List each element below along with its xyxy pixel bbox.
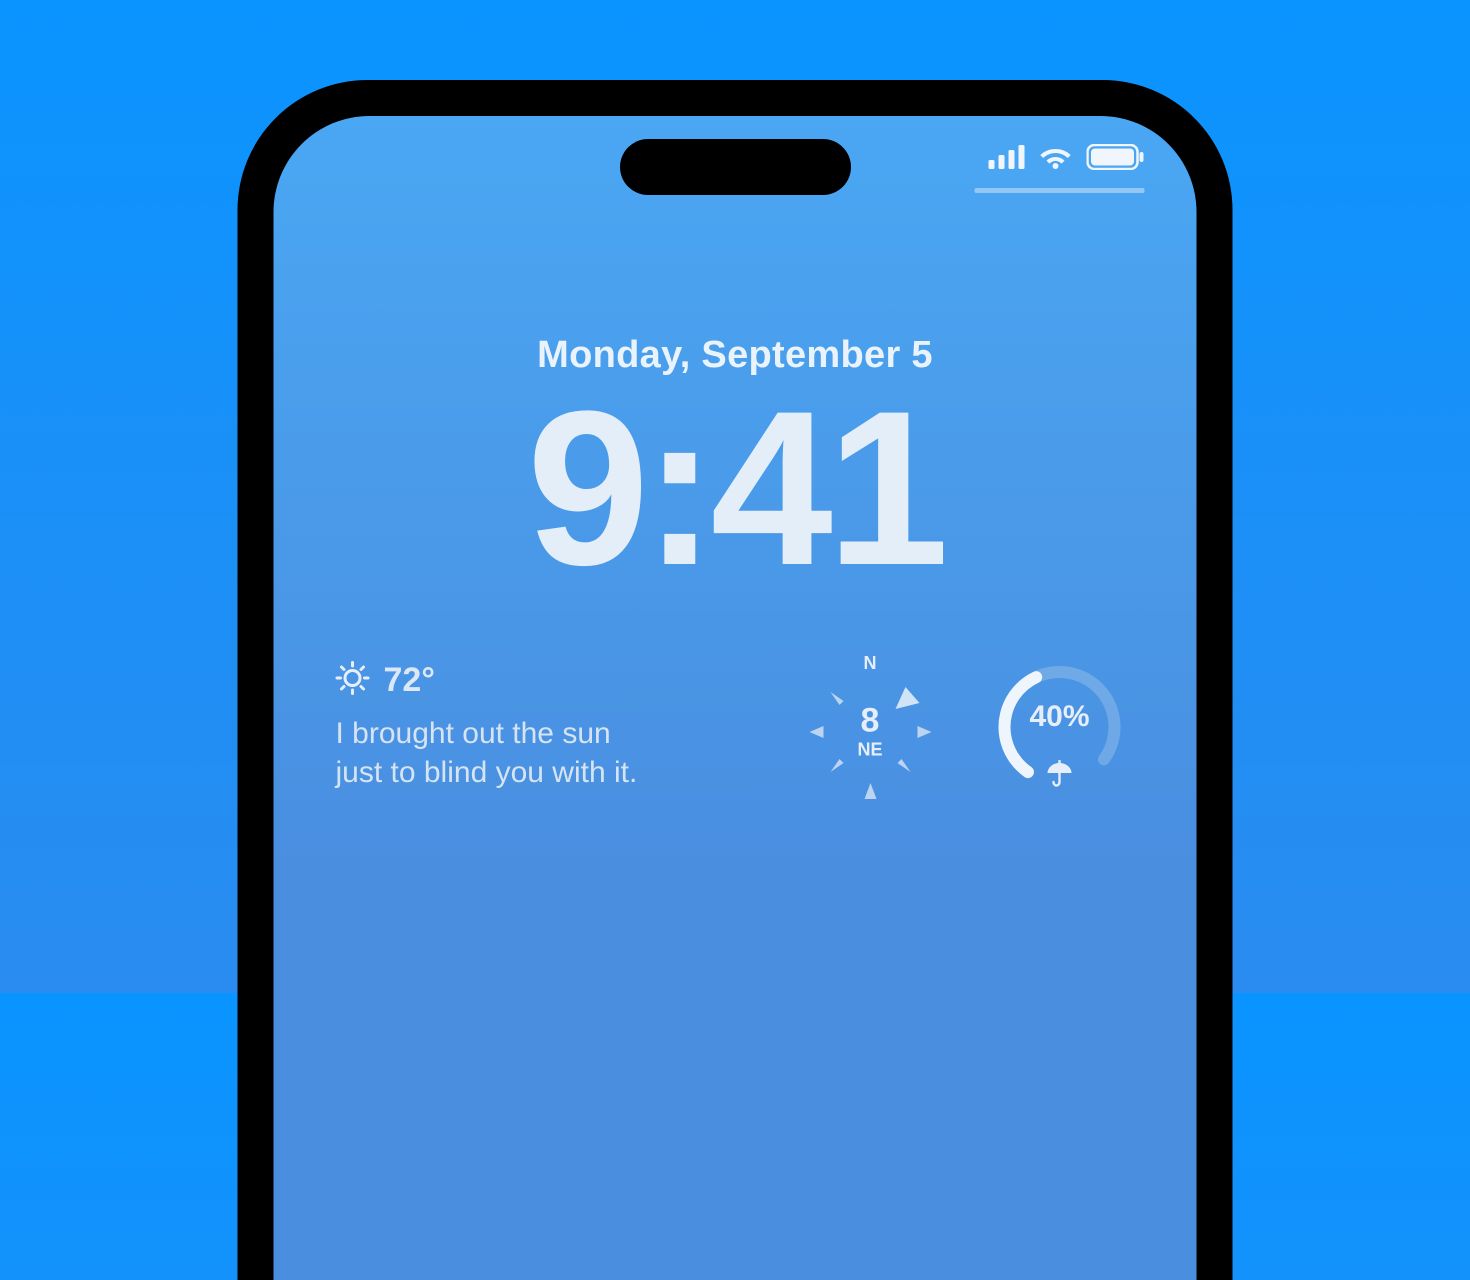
sun-icon xyxy=(336,661,370,700)
weather-caption-line2: just to blind you with it. xyxy=(336,753,756,792)
lock-screen[interactable]: Monday, September 5 9:41 xyxy=(274,116,1197,1280)
cellular-signal-icon xyxy=(989,145,1025,169)
wifi-icon xyxy=(1039,145,1073,169)
status-tray xyxy=(989,144,1145,170)
weather-caption-line1: I brought out the sun xyxy=(336,714,756,753)
weather-temperature: 72° xyxy=(384,661,435,700)
precipitation-percent: 40% xyxy=(1029,700,1089,734)
compass-reading: 8 NE xyxy=(857,704,882,761)
weather-widget[interactable]: 72° I brought out the sun just to blind … xyxy=(336,661,756,792)
compass-widget[interactable]: N 8 NE xyxy=(795,657,945,807)
battery-icon xyxy=(1087,144,1145,170)
lockscreen-clock[interactable]: 9:41 xyxy=(274,378,1197,598)
dynamic-island[interactable] xyxy=(620,139,851,195)
lockscreen-widgets-row: 72° I brought out the sun just to blind … xyxy=(336,661,1135,807)
compass-direction: NE xyxy=(857,740,882,761)
weather-caption: I brought out the sun just to blind you … xyxy=(336,714,756,792)
compass-degrees: 8 xyxy=(857,704,882,738)
precipitation-widget[interactable]: 40% xyxy=(985,657,1135,807)
umbrella-icon xyxy=(1046,760,1074,793)
phone-frame: Monday, September 5 9:41 xyxy=(238,80,1233,1280)
weather-header: 72° xyxy=(336,661,756,700)
status-underline xyxy=(975,188,1145,193)
